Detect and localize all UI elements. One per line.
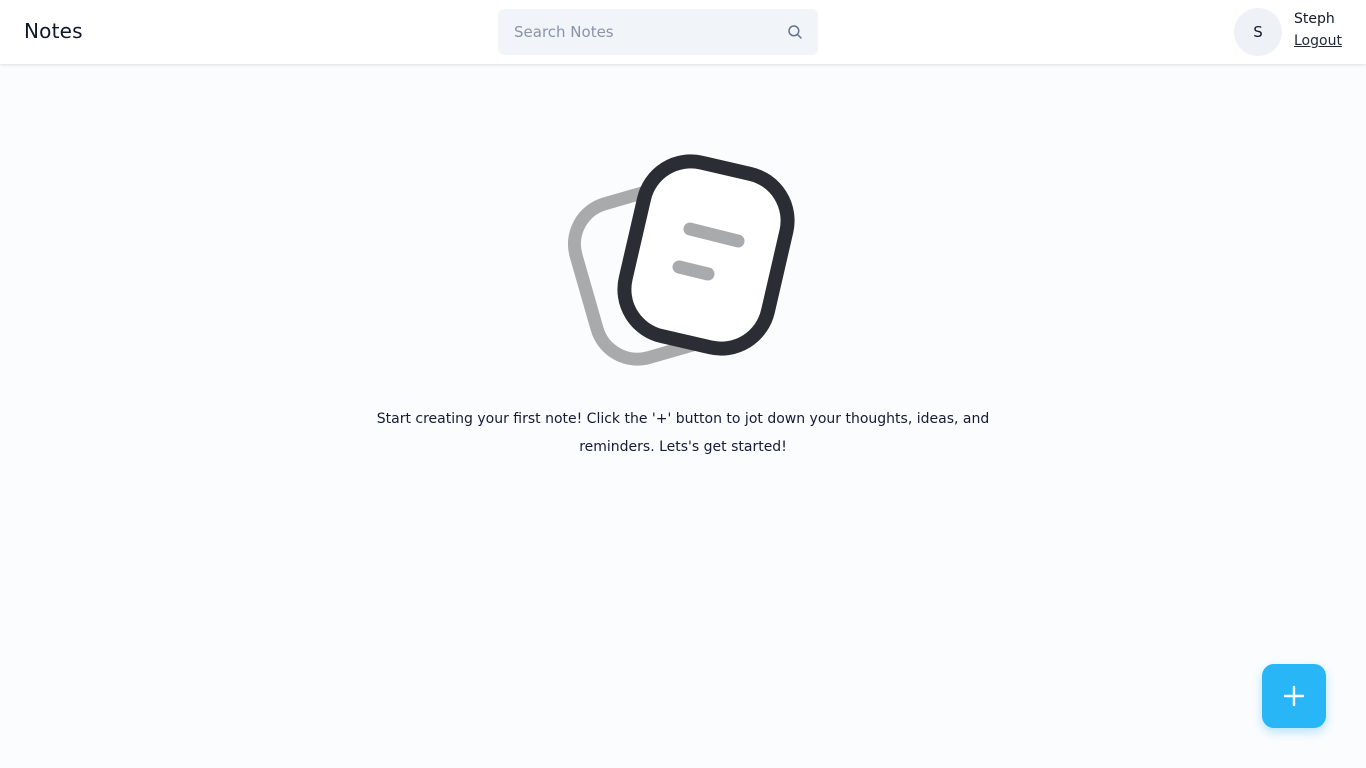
search-icon[interactable] xyxy=(786,23,804,41)
app-title: Notes xyxy=(24,19,83,43)
avatar[interactable]: S xyxy=(1234,8,1282,56)
user-name: Steph xyxy=(1294,11,1335,27)
add-note-button[interactable] xyxy=(1262,664,1326,728)
empty-state-message: Start creating your first note! Click th… xyxy=(376,411,990,455)
search-input[interactable] xyxy=(498,9,818,55)
avatar-initial: S xyxy=(1253,23,1263,41)
top-bar: Notes S Steph Logout xyxy=(0,0,1366,64)
logout-link[interactable]: Logout xyxy=(1294,33,1342,49)
note-line-2 xyxy=(672,260,715,281)
front-note-shape xyxy=(617,154,795,356)
search-box[interactable] xyxy=(498,9,818,55)
notes-stack-icon xyxy=(567,154,795,366)
plus-icon xyxy=(1283,685,1305,707)
